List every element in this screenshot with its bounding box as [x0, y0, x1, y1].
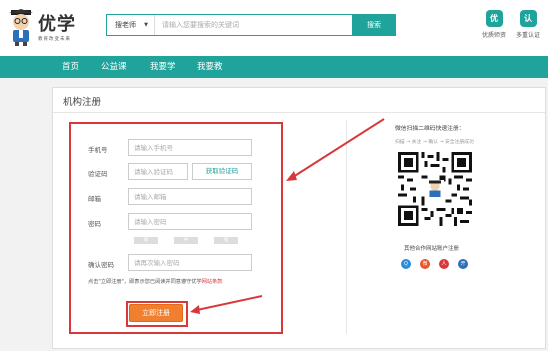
terms-notice: 点击"立即注册"，即表示您已阅读并同意遵守优学网站条款	[88, 278, 222, 285]
wechat-qr-code	[398, 152, 472, 226]
quality-label: 优质师资	[481, 32, 506, 39]
nav-item-learn[interactable]: 我要学	[150, 56, 176, 78]
code-field[interactable]	[128, 163, 188, 180]
nav-item-teach[interactable]: 我要教	[197, 56, 223, 78]
qr-steps: 扫描 → 关注 → 确认 → 安全注册成功	[395, 140, 474, 145]
nav-item-public-courses[interactable]: 公益课	[101, 56, 127, 78]
search-input[interactable]	[156, 15, 356, 35]
page-title: 机构注册	[63, 97, 102, 108]
certification-label: 多重认证	[515, 32, 540, 39]
confirm-password-field[interactable]	[128, 254, 252, 271]
get-code-button[interactable]: 获取验证码	[192, 163, 252, 180]
quality-badge-icon: 优	[485, 10, 503, 27]
search-button[interactable]: 搜索	[352, 14, 396, 36]
code-label: 验证码	[88, 170, 108, 178]
certification-badge-icon: 认	[519, 10, 537, 27]
confirm-password-label: 确认密码	[88, 261, 114, 269]
register-button[interactable]: 立即注册	[129, 304, 183, 322]
strength-strong: 强	[214, 237, 238, 244]
search-type-select[interactable]: 搜老师 ▼	[107, 15, 155, 35]
qr-title: 微信扫描二维码快速注册：	[395, 126, 465, 132]
phone-field[interactable]	[128, 139, 252, 156]
site-header: 优学 教育改变未来 搜老师 ▼ 搜索 优 优质师资 认 多重认证	[0, 0, 548, 56]
phone-label: 手机号	[88, 146, 108, 154]
search-bar: 搜老师 ▼	[106, 14, 356, 36]
email-field[interactable]	[128, 188, 252, 205]
password-field[interactable]	[128, 213, 252, 230]
logo-slogan: 教育改变未来	[38, 37, 71, 42]
terms-text: 点击"立即注册"，即表示您已阅读并同意遵守优学	[88, 279, 202, 285]
strength-medium: 中	[174, 237, 198, 244]
password-label: 密码	[88, 220, 101, 228]
site-logo[interactable]: 优学 教育改变未来	[8, 6, 88, 50]
qq-icon[interactable]: Q	[401, 259, 411, 269]
logo-text: 优学	[38, 14, 76, 35]
weibo-icon[interactable]: 微	[420, 259, 430, 269]
partner-title: 其他合作网站账户注册	[404, 246, 460, 252]
kaixin-icon[interactable]: 开	[458, 259, 468, 269]
search-type-label: 搜老师	[115, 21, 136, 29]
vertical-divider	[346, 120, 347, 334]
renren-icon[interactable]: 人	[439, 259, 449, 269]
quality-teachers-link[interactable]: 优 优质师资	[478, 10, 510, 39]
terms-link[interactable]: 网站条款	[202, 279, 223, 285]
main-nav: 首页 公益课 我要学 我要教	[0, 56, 548, 78]
email-label: 邮箱	[88, 195, 101, 203]
mascot-icon	[9, 9, 33, 46]
strength-weak: 弱	[134, 237, 158, 244]
caret-down-icon: ▼	[144, 22, 148, 28]
title-divider	[53, 112, 545, 113]
certification-link[interactable]: 认 多重认证	[512, 10, 544, 39]
nav-item-home[interactable]: 首页	[62, 56, 79, 78]
